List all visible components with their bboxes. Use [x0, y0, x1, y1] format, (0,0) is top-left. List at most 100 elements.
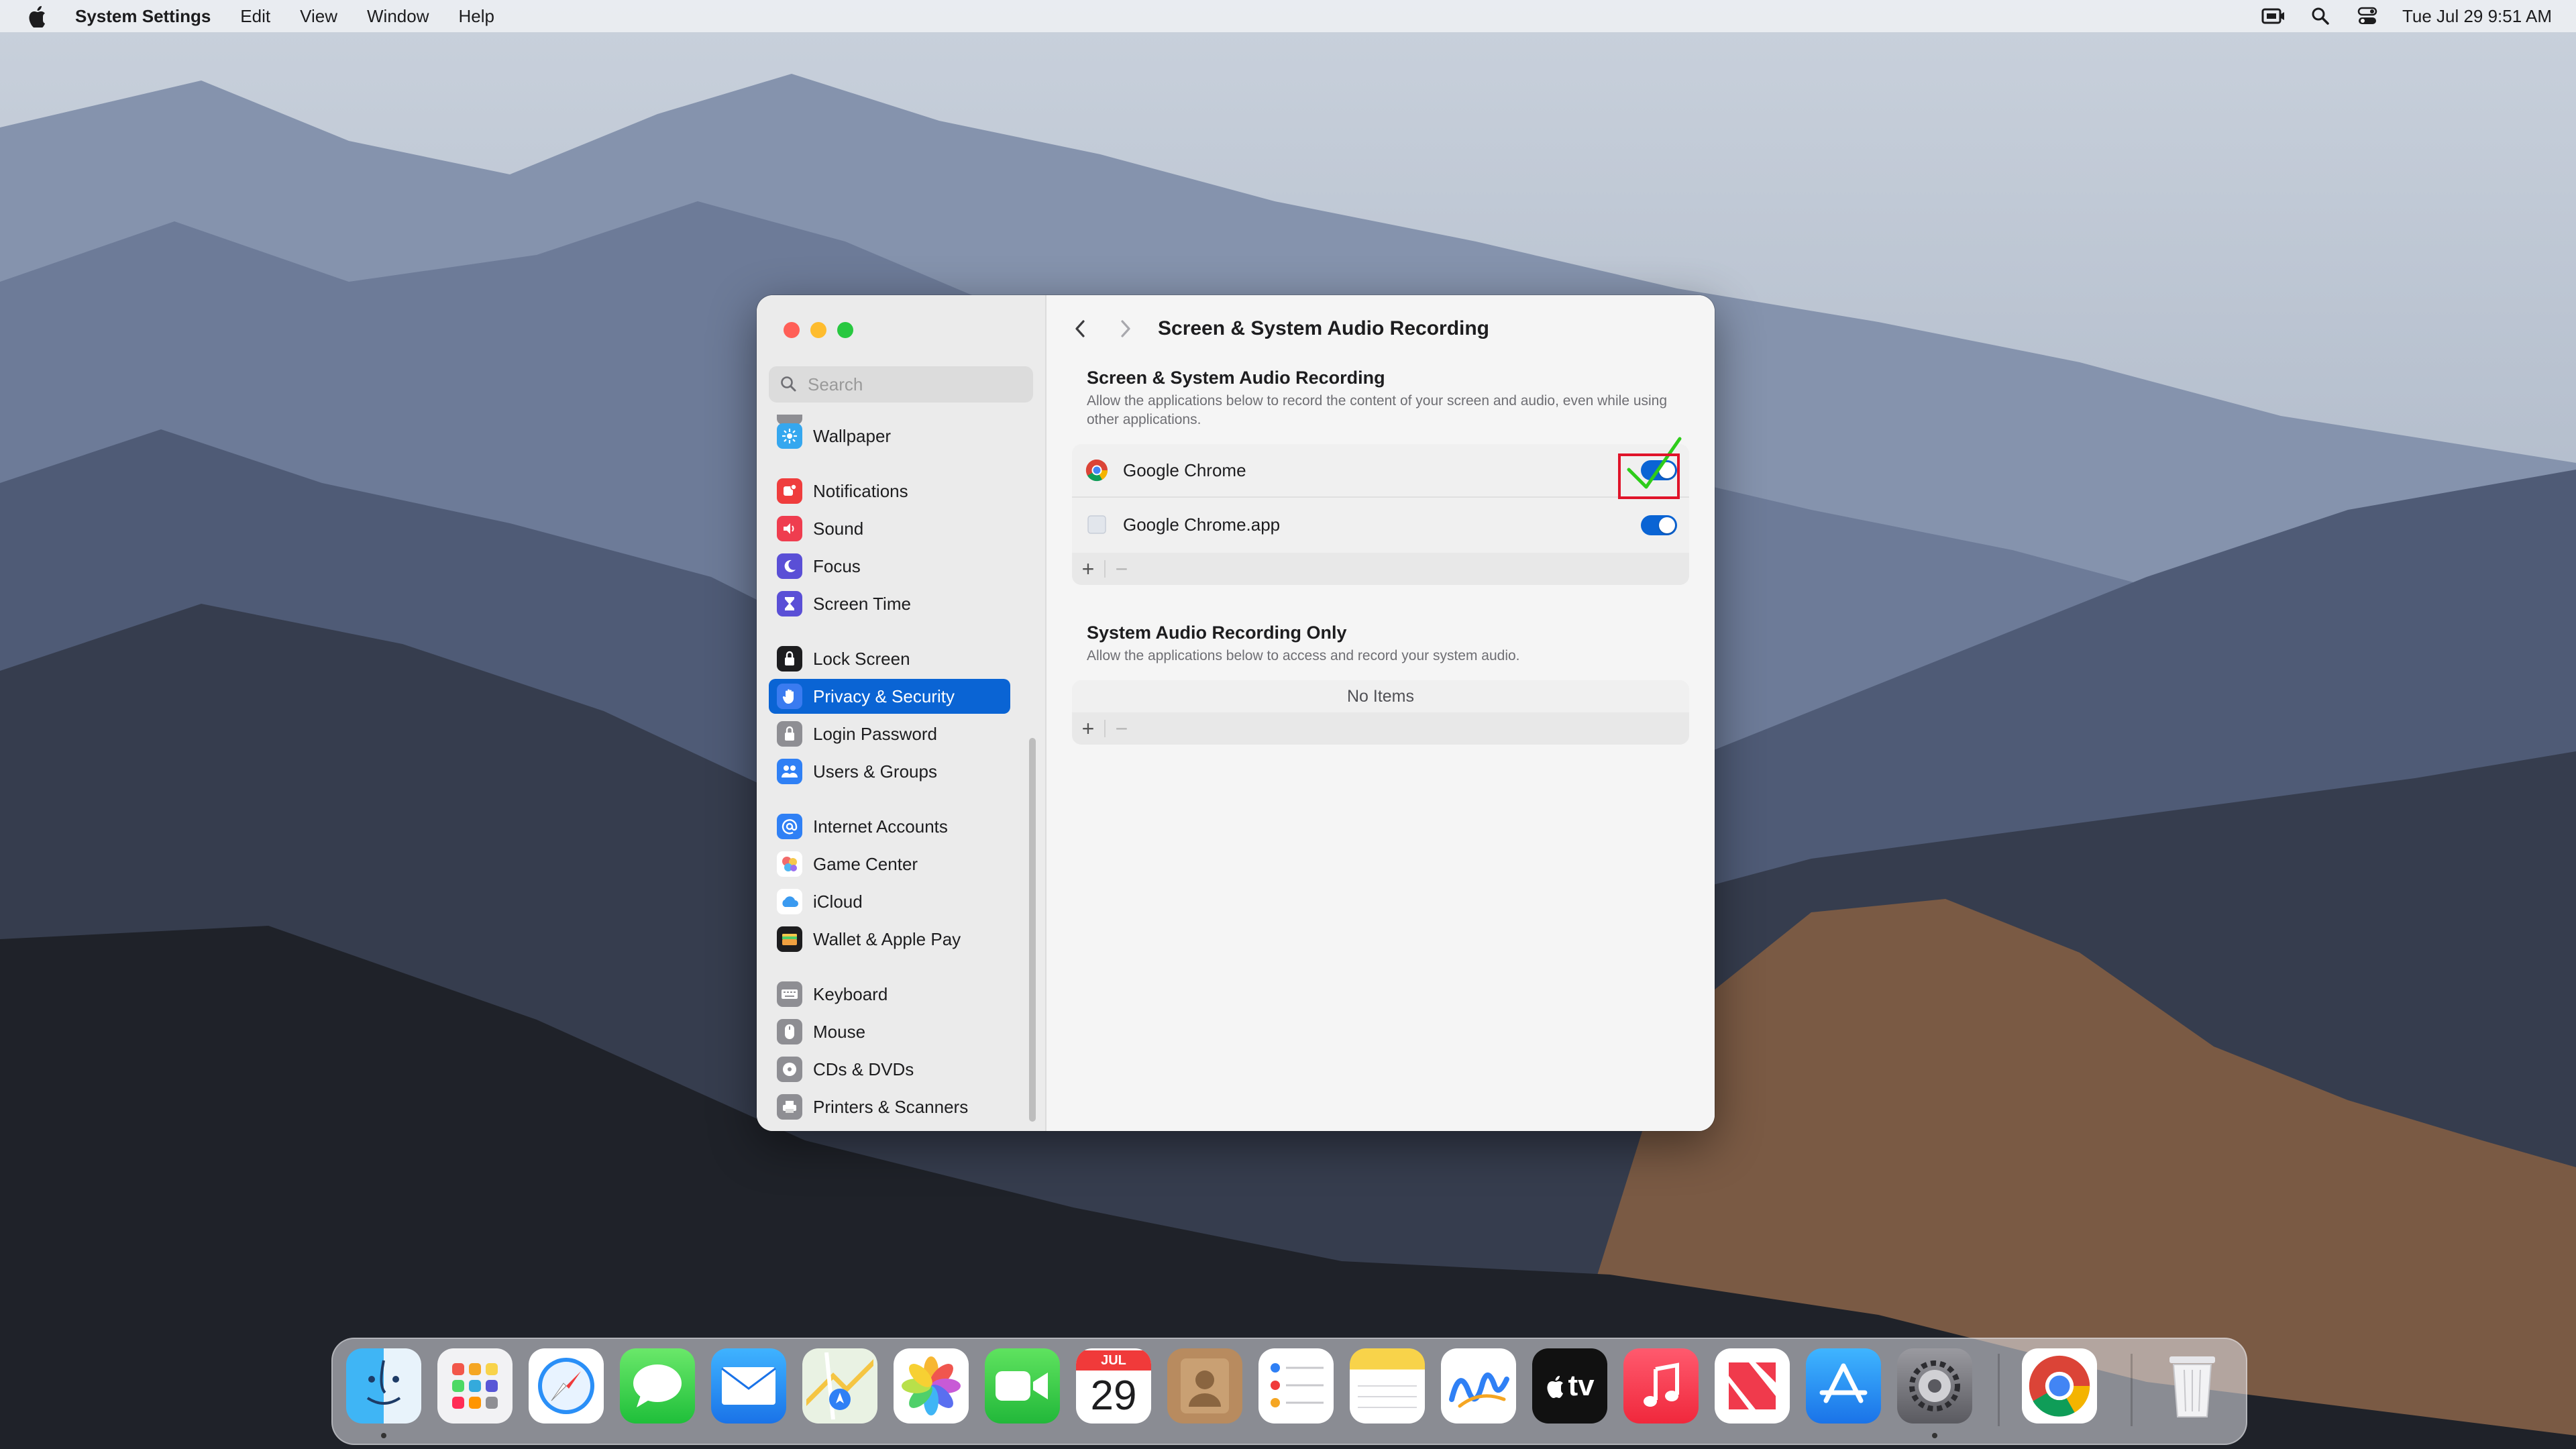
app-row-google-chrome: Google Chrome: [1072, 444, 1689, 496]
zoom-window-button[interactable]: [837, 322, 853, 338]
trash-icon[interactable]: [2155, 1348, 2230, 1424]
sidebar-item-cds-dvds[interactable]: CDs & DVDs: [769, 1052, 1010, 1087]
sidebar-item-label: Notifications: [813, 480, 908, 501]
sidebar-item-users-groups[interactable]: Users & Groups: [769, 754, 1010, 789]
sidebar-item-label: Internet Accounts: [813, 816, 948, 837]
menu-edit[interactable]: Edit: [240, 6, 270, 27]
maps-icon[interactable]: [802, 1348, 877, 1424]
sidebar-item-privacy-security[interactable]: Privacy & Security: [769, 679, 1010, 714]
sidebar-item-mouse[interactable]: Mouse: [769, 1014, 1010, 1049]
menu-window[interactable]: Window: [367, 6, 429, 27]
sidebar-item-label: Users & Groups: [813, 761, 937, 782]
menu-app-name[interactable]: System Settings: [75, 6, 211, 27]
chevron-left-icon: [1075, 320, 1085, 337]
sidebar-item-focus[interactable]: Focus: [769, 549, 1010, 584]
wallet-icon: [777, 926, 802, 952]
add-app-button[interactable]: +: [1072, 553, 1104, 585]
calendar-icon[interactable]: JUL 29: [1076, 1348, 1151, 1424]
music-icon[interactable]: [1623, 1348, 1699, 1424]
system-settings-window: Wallpaper Notifications Sound Focus: [757, 295, 1715, 1131]
sidebar-item-label: CDs & DVDs: [813, 1059, 914, 1079]
screen-recording-app-list: Google Chrome Google Chrome.app + −: [1072, 444, 1689, 585]
reminders-icon[interactable]: [1258, 1348, 1334, 1424]
internet-accounts-at-icon: [777, 814, 802, 839]
wallpaper-icon: [777, 423, 802, 449]
chrome-icon: [1085, 459, 1108, 482]
main-pane: Screen & System Audio Recording Screen &…: [1046, 295, 1715, 1131]
add-system-audio-app-button[interactable]: +: [1072, 712, 1104, 745]
section-description-system-audio: Allow the applications below to access a…: [1087, 648, 1520, 663]
minimize-window-button[interactable]: [810, 322, 826, 338]
printer-icon: [777, 1094, 802, 1120]
google-chrome-app-permission-toggle[interactable]: [1641, 515, 1677, 535]
remove-system-audio-app-button[interactable]: −: [1106, 712, 1138, 745]
icloud-icon: [777, 889, 802, 914]
sidebar-item-lock-screen[interactable]: Lock Screen: [769, 641, 1010, 676]
sidebar-item-wallpaper[interactable]: Wallpaper: [769, 419, 1010, 453]
menu-help[interactable]: Help: [458, 6, 494, 27]
users-groups-icon: [777, 759, 802, 784]
section-description-screen-audio: Allow the applications below to record t…: [1087, 393, 1668, 427]
sidebar-item-sound[interactable]: Sound: [769, 511, 1010, 546]
calendar-month: JUL: [1076, 1350, 1151, 1371]
cds-dvds-icon: [777, 1057, 802, 1082]
spotlight-search-icon[interactable]: [2308, 6, 2332, 26]
sidebar-item-printers-scanners[interactable]: Printers & Scanners: [769, 1089, 1010, 1124]
finder-icon[interactable]: [346, 1348, 421, 1424]
app-row-google-chrome-app: Google Chrome.app: [1072, 498, 1689, 551]
mouse-icon: [777, 1019, 802, 1044]
running-indicator: [1932, 1433, 1937, 1438]
red-highlight-box-annotation: [1618, 453, 1680, 499]
forward-button[interactable]: [1112, 315, 1139, 342]
screen-record-icon[interactable]: [2261, 6, 2286, 26]
chevron-right-icon: [1121, 320, 1130, 337]
app-store-icon[interactable]: [1806, 1348, 1881, 1424]
safari-icon[interactable]: [529, 1348, 604, 1424]
sidebar-item-notifications[interactable]: Notifications: [769, 474, 1010, 508]
screen-time-hourglass-icon: [777, 591, 802, 616]
sidebar-item-label: Focus: [813, 555, 861, 576]
sidebar-item-screen-time[interactable]: Screen Time: [769, 586, 1010, 621]
search-input[interactable]: [806, 373, 1024, 396]
sidebar-item-wallet[interactable]: Wallet & Apple Pay: [769, 922, 1010, 957]
search-icon: [781, 376, 796, 392]
sidebar-scrollbar[interactable]: [1029, 738, 1036, 1122]
calendar-day: 29: [1090, 1373, 1137, 1419]
sidebar-item-keyboard[interactable]: Keyboard: [769, 977, 1010, 1012]
notifications-icon: [777, 478, 802, 504]
running-indicator: [381, 1433, 386, 1438]
control-center-icon[interactable]: [2355, 6, 2379, 26]
photos-icon[interactable]: [894, 1348, 969, 1424]
sidebar-item-label: Privacy & Security: [813, 686, 955, 706]
sidebar-item-label: Mouse: [813, 1021, 866, 1042]
apple-menu-icon[interactable]: [25, 5, 48, 28]
notes-icon[interactable]: [1350, 1348, 1425, 1424]
close-window-button[interactable]: [784, 322, 800, 338]
freeform-icon[interactable]: [1441, 1348, 1516, 1424]
app-name: Google Chrome.app: [1123, 514, 1281, 535]
sidebar-item-internet-accounts[interactable]: Internet Accounts: [769, 809, 1010, 844]
sidebar-item-login-password[interactable]: Login Password: [769, 716, 1010, 751]
mail-icon[interactable]: [711, 1348, 786, 1424]
sound-icon: [777, 516, 802, 541]
sidebar-item-label: Wallet & Apple Pay: [813, 928, 961, 949]
chrome-icon[interactable]: [2022, 1348, 2097, 1424]
messages-icon[interactable]: [620, 1348, 695, 1424]
news-icon[interactable]: [1715, 1348, 1790, 1424]
sidebar-item-label: Wallpaper: [813, 425, 892, 446]
search-field[interactable]: [769, 366, 1033, 402]
facetime-icon[interactable]: [985, 1348, 1060, 1424]
menubar-clock[interactable]: Tue Jul 29 9:51 AM: [2402, 6, 2552, 27]
sidebar-item-game-center[interactable]: Game Center: [769, 847, 1010, 881]
apple-tv-label: tv: [1568, 1369, 1595, 1402]
dock-divider: [2131, 1354, 2133, 1426]
launchpad-icon[interactable]: [437, 1348, 513, 1424]
menu-view[interactable]: View: [300, 6, 337, 27]
remove-app-button[interactable]: −: [1106, 553, 1138, 585]
back-button[interactable]: [1067, 315, 1093, 342]
apple-tv-icon[interactable]: tv: [1532, 1348, 1607, 1424]
sidebar-list: Wallpaper Notifications Sound Focus Scre…: [769, 415, 1037, 1124]
sidebar-item-icloud[interactable]: iCloud: [769, 884, 1010, 919]
contacts-icon[interactable]: [1167, 1348, 1242, 1424]
system-settings-icon[interactable]: [1897, 1348, 1972, 1424]
